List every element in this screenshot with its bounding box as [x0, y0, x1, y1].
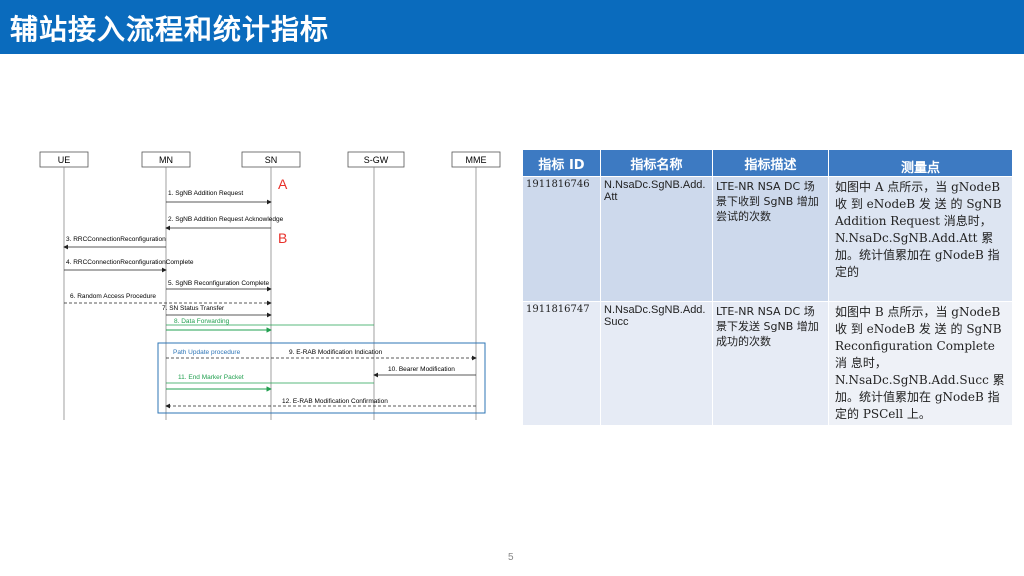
header-measure-point: 测量点: [828, 149, 1013, 177]
path-update-label: Path Update procedure: [173, 349, 241, 356]
msg-8-label: 8. Data Forwarding: [174, 318, 230, 325]
header-kpi-name: 指标名称: [600, 149, 713, 177]
title-bar: 辅站接入流程和统计指标: [0, 0, 1024, 54]
header-kpi-id: 指标 ID: [522, 149, 601, 177]
cell-kpi-desc: LTE-NR NSA DC 场景下发送 SgNB 增加成功的次数: [712, 301, 829, 426]
msg-10-label: 10. Bearer Modification: [388, 366, 455, 373]
msg-7-label: 7. SN Status Transfer: [162, 305, 225, 312]
cell-measure-point: 如图中 A 点所示，当 gNodeB 收 到 eNodeB 发 送 的 SgNB…: [828, 176, 1013, 302]
entity-mme: MME: [451, 151, 501, 168]
msg-3-label: 3. RRCConnectionReconfiguration: [66, 236, 166, 243]
msg-2-label: 2. SgNB Addition Request Acknowledge: [168, 216, 284, 223]
entity-sn-label: SN: [265, 155, 278, 165]
msg-1-label: 1. SgNB Addition Request: [168, 190, 243, 197]
msg-6-label: 6. Random Access Procedure: [70, 293, 156, 300]
marker-a: A: [278, 176, 288, 192]
sequence-diagram-svg: UE MN SN S-GW MME A B 1. SgNB Addition R…: [39, 151, 501, 420]
msg-5-label: 5. SgNB Reconfiguration Complete: [168, 280, 270, 287]
sequence-diagram: UE MN SN S-GW MME A B 1. SgNB Addition R…: [32, 146, 502, 426]
cell-kpi-name: N.NsaDc.SgNB.Add.Att: [600, 176, 713, 302]
entity-sgw-label: S-GW: [364, 155, 389, 165]
table-row: 1911816747 N.NsaDc.SgNB.Add.Succ LTE-NR …: [522, 301, 1013, 426]
cell-kpi-desc: LTE-NR NSA DC 场景下收到 SgNB 增加尝试的次数: [712, 176, 829, 302]
cell-kpi-name: N.NsaDc.SgNB.Add.Succ: [600, 301, 713, 426]
entity-ue-label: UE: [58, 155, 71, 165]
msg-11-label: 11. End Marker Packet: [178, 374, 244, 381]
msg-4-label: 4. RRCConnectionReconfigurationComplete: [66, 259, 194, 266]
marker-b: B: [278, 230, 287, 246]
cell-kpi-id: 1911816747: [522, 301, 601, 426]
table-row: 1911816746 N.NsaDc.SgNB.Add.Att LTE-NR N…: [522, 176, 1013, 302]
entity-mn: MN: [141, 151, 191, 168]
msg-9-label: 9. E-RAB Modification Indication: [289, 349, 383, 356]
entity-mme-label: MME: [466, 155, 487, 165]
entity-sgw: S-GW: [347, 151, 405, 168]
table-header-row: 指标 ID 指标名称 指标描述 测量点: [522, 149, 1013, 177]
msg-12-label: 12. E-RAB Modification Confirmation: [282, 398, 388, 405]
kpi-table: 指标 ID 指标名称 指标描述 测量点 1911816746 N.NsaDc.S…: [522, 149, 1013, 426]
page-title: 辅站接入流程和统计指标: [10, 13, 330, 46]
entity-sn: SN: [241, 151, 301, 168]
header-kpi-desc: 指标描述: [712, 149, 829, 177]
cell-kpi-id: 1911816746: [522, 176, 601, 302]
page-number: 5: [508, 552, 514, 563]
cell-measure-point: 如图中 B 点所示，当 gNodeB 收 到 eNodeB 发 送 的 SgNB…: [828, 301, 1013, 426]
entity-mn-label: MN: [159, 155, 173, 165]
entity-ue: UE: [39, 151, 89, 168]
